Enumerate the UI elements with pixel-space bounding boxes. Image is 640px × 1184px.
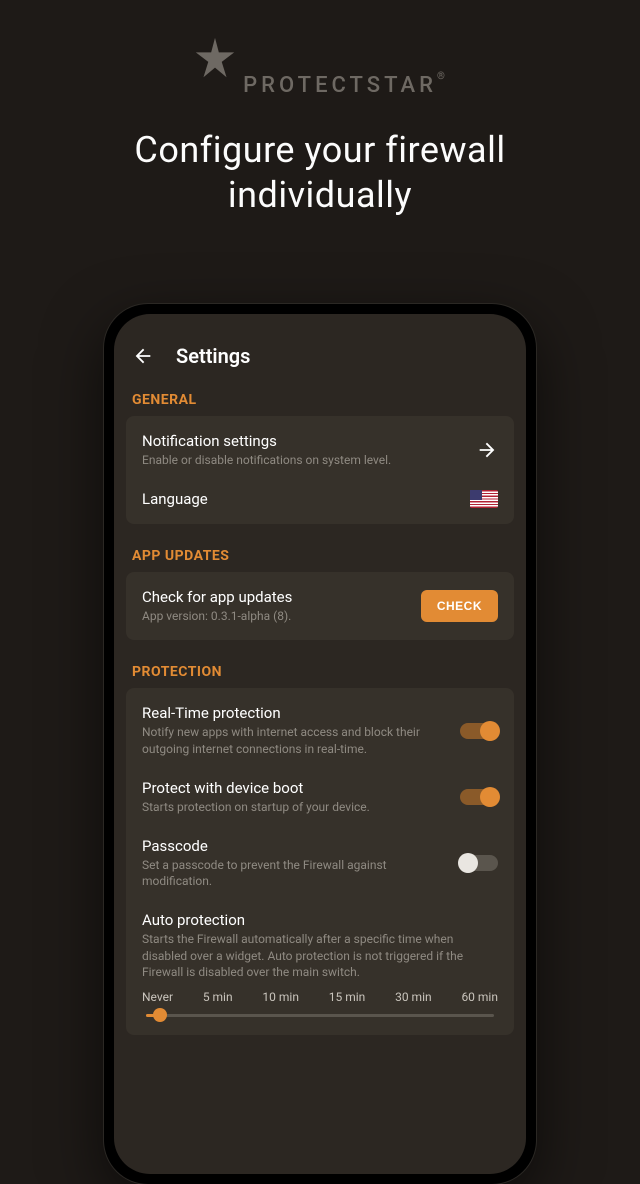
back-button[interactable]	[132, 345, 154, 367]
realtime-sub: Notify new apps with internet access and…	[142, 724, 448, 756]
boot-toggle[interactable]	[460, 789, 498, 805]
brand-text: PROTECTSTAR	[243, 73, 437, 98]
boot-title: Protect with device boot	[142, 779, 448, 797]
hero-line2: individually	[0, 173, 640, 218]
passcode-row[interactable]: Passcode Set a passcode to prevent the F…	[126, 827, 514, 901]
check-button[interactable]: CHECK	[421, 590, 498, 622]
app-bar: Settings	[114, 334, 526, 382]
language-row[interactable]: Language	[126, 480, 514, 520]
updates-card: Check for app updates App version: 0.3.1…	[126, 572, 514, 640]
notification-settings-row[interactable]: Notification settings Enable or disable …	[126, 420, 514, 480]
arrow-left-icon	[132, 345, 154, 367]
check-updates-title: Check for app updates	[142, 588, 409, 606]
realtime-title: Real-Time protection	[142, 704, 448, 722]
flag-us-icon	[470, 490, 498, 508]
realtime-row[interactable]: Real-Time protection Notify new apps wit…	[126, 692, 514, 768]
auto-protection-slider[interactable]: Never 5 min 10 min 15 min 30 min 60 min	[126, 984, 514, 1031]
boot-sub: Starts protection on startup of your dev…	[142, 799, 448, 815]
registered-mark: ®	[437, 71, 449, 82]
hero-line1: Configure your firewall	[0, 128, 640, 173]
auto-title: Auto protection	[142, 911, 498, 929]
general-card: Notification settings Enable or disable …	[126, 416, 514, 524]
section-protection-label: PROTECTION	[114, 654, 526, 688]
section-updates-label: APP UPDATES	[114, 538, 526, 572]
realtime-toggle[interactable]	[460, 723, 498, 739]
star-icon	[191, 36, 239, 84]
auto-sub: Starts the Firewall automatically after …	[142, 931, 498, 980]
chevron-right-icon	[476, 439, 498, 461]
passcode-title: Passcode	[142, 837, 448, 855]
slider-opt-4: 30 min	[395, 990, 432, 1004]
page-title: Settings	[176, 344, 250, 368]
brand-block: PROTECTSTAR®	[0, 0, 640, 98]
slider-opt-5: 60 min	[461, 990, 498, 1004]
slider-opt-0: Never	[142, 990, 173, 1004]
check-updates-row: Check for app updates App version: 0.3.1…	[126, 576, 514, 636]
slider-opt-1: 5 min	[203, 990, 233, 1004]
hero-tagline: Configure your firewall individually	[0, 128, 640, 218]
app-version-text: App version: 0.3.1-alpha (8).	[142, 608, 409, 624]
section-general-label: GENERAL	[114, 382, 526, 416]
slider-opt-2: 10 min	[262, 990, 299, 1004]
notification-title: Notification settings	[142, 432, 464, 450]
auto-protection-row: Auto protection Starts the Firewall auto…	[126, 901, 514, 984]
passcode-toggle[interactable]	[460, 855, 498, 871]
boot-row[interactable]: Protect with device boot Starts protecti…	[126, 769, 514, 827]
slider-labels: Never 5 min 10 min 15 min 30 min 60 min	[142, 990, 498, 1004]
slider-thumb[interactable]	[153, 1008, 167, 1022]
language-title: Language	[142, 490, 458, 508]
protection-card: Real-Time protection Notify new apps wit…	[126, 688, 514, 1035]
slider-opt-3: 15 min	[329, 990, 366, 1004]
phone-frame: Settings GENERAL Notification settings E…	[104, 304, 536, 1184]
slider-track[interactable]	[146, 1014, 494, 1017]
notification-sub: Enable or disable notifications on syste…	[142, 452, 464, 468]
passcode-sub: Set a passcode to prevent the Firewall a…	[142, 857, 448, 889]
phone-screen: Settings GENERAL Notification settings E…	[114, 314, 526, 1174]
